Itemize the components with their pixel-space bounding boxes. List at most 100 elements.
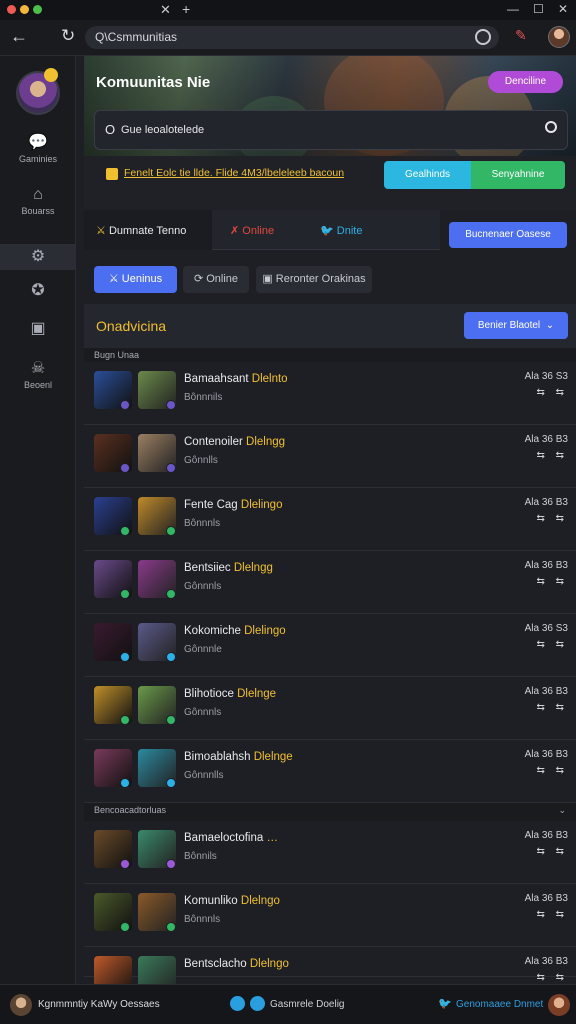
list-item-tag: Dlelingo: [240, 499, 283, 511]
tab-dumnate[interactable]: ⚔ Dumnate Tenno: [96, 224, 186, 237]
sidebar-item-label: Gaminies: [18, 154, 57, 164]
list-item-time: Ala 36 S3: [524, 623, 568, 634]
twitter-icon[interactable]: 🐦: [438, 997, 452, 1010]
sidebar-item-controller[interactable]: ✪: [0, 282, 76, 300]
tab-close-icon[interactable]: ✕: [160, 2, 171, 18]
filter-label: Online: [206, 273, 239, 285]
list-item-name[interactable]: Contenoiler Dlelngg: [184, 436, 285, 448]
restore-icon[interactable]: ☐: [533, 2, 544, 16]
list-item[interactable]: Bentsclacho Dlelngo Ala 36 B3 ⇆ ⇆: [84, 947, 576, 995]
share-icon[interactable]: ⇆ ⇆: [536, 846, 568, 857]
share-icon[interactable]: ⇆ ⇆: [536, 702, 568, 713]
list-item-subtitle: Gônnnle: [184, 644, 222, 655]
minimize-icon[interactable]: —: [507, 2, 519, 16]
filter-online[interactable]: ⟳ Online: [183, 266, 249, 293]
sidebar-item-game[interactable]: ▣: [0, 320, 76, 338]
status-right-text[interactable]: Genomaaee Dnmet: [456, 999, 543, 1010]
list-item-time: Ala 36 B3: [524, 749, 568, 760]
status-dot: [120, 463, 130, 473]
sidebar-item-gaminies[interactable]: 💬 Gaminies: [0, 134, 76, 164]
list-item[interactable]: Blihotioce Dlelnge Gônnnls Ala 36 B3 ⇆ ⇆: [84, 677, 576, 740]
list-item[interactable]: Bimoablahsh Dlelnge Gônnnlls Ala 36 B3 ⇆ ⇆: [84, 740, 576, 803]
share-icon[interactable]: ⇆ ⇆: [536, 972, 568, 983]
list-item-name[interactable]: Bamaeloctofina …: [184, 832, 278, 844]
close-icon[interactable]: ✕: [558, 2, 568, 16]
list-item-title: Bimoablahsh: [184, 751, 251, 763]
list-item-name[interactable]: Blihotioce Dlelnge: [184, 688, 276, 700]
promo-link[interactable]: Fenelt Eolc tie llde. Flide 4M3/lbelelee…: [124, 167, 344, 179]
list-item-name[interactable]: Bentsclacho Dlelngo: [184, 958, 289, 970]
status-dot: [120, 922, 130, 932]
reload-icon[interactable]: ↻: [61, 26, 75, 46]
list-item[interactable]: Contenoiler Dlelngg Gônnlls Ala 36 B3 ⇆ ⇆: [84, 425, 576, 488]
list-item-name[interactable]: Bentsiiec Dlelngg: [184, 562, 273, 574]
back-arrow-icon[interactable]: ←: [10, 26, 28, 47]
sidebar-item-gamepad[interactable]: ⚙: [0, 244, 76, 270]
maximize-window-dot[interactable]: [33, 5, 42, 14]
share-icon[interactable]: ⇆ ⇆: [536, 450, 568, 461]
status-dot: [166, 922, 176, 932]
game-icon: ▣: [30, 320, 46, 337]
status-avatar-right[interactable]: [548, 994, 570, 1016]
group-label-text: Bencoacadtorluas: [94, 805, 167, 815]
list-item-title: Fente Cag: [184, 499, 238, 511]
list-item[interactable]: Bamaeloctofina … Bônnils Ala 36 B3 ⇆ ⇆: [84, 821, 576, 884]
tab-dnite[interactable]: 🐦 Dnite: [320, 224, 362, 237]
list-item-tag: Dlelnge: [253, 751, 293, 763]
hero-button[interactable]: Denciline: [488, 71, 563, 93]
list-item-name[interactable]: Bamaahsant Dlelnto: [184, 373, 288, 385]
list-item-name[interactable]: Fente Cag Dlelingo: [184, 499, 282, 511]
sidebar-item-bouarss[interactable]: ⌂ Bouarss: [0, 186, 76, 216]
filter-ueninus[interactable]: ⚔ Ueninus: [94, 266, 177, 293]
status-bar: Kgnmmntiy KaWy Oessaes Gasmrele Doelig 🐦…: [0, 984, 576, 1024]
list-item-tag: Dlelngg: [246, 436, 286, 448]
cyan-button[interactable]: Gealhinds: [384, 161, 471, 189]
sidebar-item-beoenl[interactable]: ☠ Beoenl: [0, 360, 76, 390]
list-item[interactable]: Bentsiiec Dlelngg Gônnnls Ala 36 B3 ⇆ ⇆: [84, 551, 576, 614]
twitter-icon[interactable]: [230, 996, 245, 1011]
share-icon[interactable]: ⇆ ⇆: [536, 765, 568, 776]
share-icon[interactable]: ⇆ ⇆: [536, 513, 568, 524]
url-field[interactable]: Q\Csmmunitias: [85, 26, 499, 49]
profile-avatar[interactable]: [548, 26, 570, 48]
close-window-dot[interactable]: [7, 5, 16, 14]
search-icon[interactable]: [545, 121, 557, 133]
list-item-title: Bentsiiec: [184, 562, 231, 574]
section-button-label: Benier Blaotel: [477, 320, 541, 331]
green-button[interactable]: Senyahnine: [471, 161, 565, 189]
list-item-name[interactable]: Bimoablahsh Dlelnge: [184, 751, 293, 763]
cta-button[interactable]: Bucnenaer Oasese: [449, 222, 567, 248]
list-item-title: Blihotioce: [184, 688, 234, 700]
twitter-icon[interactable]: [250, 996, 265, 1011]
page-title: Komuunitas Nie: [96, 74, 211, 91]
list-item-name[interactable]: Kokomiche Dlelingo: [184, 625, 286, 637]
filter-reronter[interactable]: ▣ Reronter Orakinas: [256, 266, 372, 293]
section-dropdown-button[interactable]: Benier Blaotel ⌄: [464, 312, 568, 339]
share-icon[interactable]: ⇆ ⇆: [536, 909, 568, 920]
list-item[interactable]: Kokomiche Dlelingo Gônnnle Ala 36 S3 ⇆ ⇆: [84, 614, 576, 677]
address-bar: ← ↻ Q\Csmmunitias: [0, 20, 576, 56]
status-dot: [166, 589, 176, 599]
extension-icon[interactable]: ✎: [515, 27, 535, 47]
list-item[interactable]: Komunliko Dlelngo Bônnnls Ala 36 B3 ⇆ ⇆: [84, 884, 576, 947]
search-box[interactable]: O Gue leoalotelede: [94, 110, 568, 150]
list-item-title: Kokomiche: [184, 625, 241, 637]
tab-online[interactable]: ✗ Online: [230, 224, 274, 237]
list-item-time: Ala 36 B3: [524, 434, 568, 445]
new-tab-icon[interactable]: +: [182, 1, 190, 17]
status-dot: [166, 526, 176, 536]
list-item-tag: Dlelingo: [244, 625, 286, 637]
minimize-window-dot[interactable]: [20, 5, 29, 14]
controller-icon: ✪: [31, 282, 45, 299]
gamepad-icon: ⚙: [30, 248, 46, 265]
share-icon[interactable]: ⇆ ⇆: [536, 639, 568, 650]
status-avatar[interactable]: [10, 994, 32, 1016]
share-icon[interactable]: ⇆ ⇆: [536, 576, 568, 587]
list-item-name[interactable]: Komunliko Dlelngo: [184, 895, 280, 907]
list-item[interactable]: Bamaahsant Dlelnto Bônnnils Ala 36 S3 ⇆ ⇆: [84, 362, 576, 425]
share-icon[interactable]: ⇆ ⇆: [536, 387, 568, 398]
status-dot: [166, 652, 176, 662]
list-item[interactable]: Fente Cag Dlelingo Bônnnls Ala 36 B3 ⇆ ⇆: [84, 488, 576, 551]
list-item-subtitle: Gônnnls: [184, 581, 222, 592]
bookmark-icon[interactable]: [475, 29, 491, 45]
